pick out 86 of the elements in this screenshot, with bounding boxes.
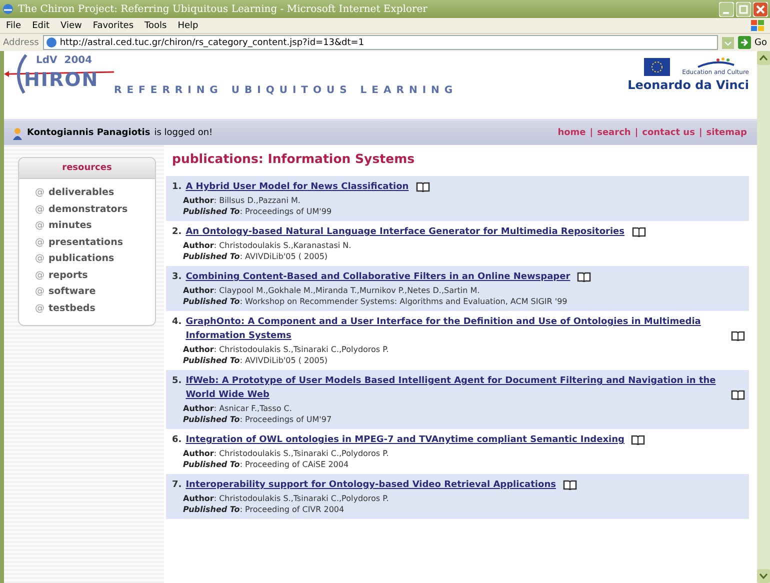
separator: | bbox=[698, 128, 702, 138]
sidebar-link[interactable]: presentations bbox=[48, 234, 123, 251]
eu-flag-icon bbox=[644, 58, 670, 76]
bullet: @ bbox=[35, 302, 44, 316]
address-label: Address bbox=[3, 38, 39, 48]
go-arrow-icon[interactable] bbox=[738, 36, 751, 49]
book-icon[interactable] bbox=[416, 182, 430, 192]
menu-item[interactable]: Edit bbox=[32, 20, 50, 30]
author-line: Author: Christodoulakis S.,Tsinaraki C.,Polydoros P. bbox=[182, 344, 390, 355]
author-line: Author: Billsus D.,Pazzani M. bbox=[182, 195, 302, 206]
published-line: Published To: AVIVDiLib'05 ( 2005) bbox=[182, 251, 329, 262]
author-line: Author: Christodoulakis S.,Tsinaraki C.,Polydoros P. bbox=[182, 448, 390, 459]
sidebar-link[interactable]: testbeds bbox=[48, 300, 96, 317]
close-button[interactable] bbox=[753, 2, 768, 16]
menu-item[interactable]: Favorites bbox=[92, 20, 134, 30]
publication-link[interactable]: GraphOnto: A Component and a User Interface for the Definition and Use of Ontologies in Multimedia Information Systems bbox=[186, 315, 724, 343]
nav-link[interactable]: contact us bbox=[642, 128, 695, 138]
published-line: Published To: Proceeding of CIVR 2004 bbox=[182, 504, 346, 515]
menu-item[interactable]: Tools bbox=[144, 20, 167, 30]
author-line: Author: Claypool M.,Gokhale M.,Miranda T.,Murnikov P.,Netes D.,Sartin M. bbox=[182, 285, 481, 296]
book-icon[interactable] bbox=[632, 227, 646, 237]
book-icon[interactable] bbox=[631, 435, 646, 445]
menu-item[interactable]: View bbox=[60, 20, 82, 30]
publication-link[interactable]: An Ontology-based Natural Language Interface Generator for Multimedia Repositories bbox=[186, 225, 624, 239]
nav-link[interactable]: home bbox=[558, 128, 586, 138]
bullet: @ bbox=[35, 186, 44, 200]
bullet: @ bbox=[35, 285, 44, 299]
author-line: Author: Christodoulakis S.,Tsinaraki C.,Polydoros P. bbox=[182, 493, 390, 504]
author-line: Author: Christodoulakis S.,Karanastasi N. bbox=[182, 240, 352, 251]
program-name: Leonardo da Vinci bbox=[628, 78, 749, 92]
item-number: 5. bbox=[172, 375, 182, 388]
bullet: @ bbox=[35, 202, 44, 216]
scroll-up-icon[interactable] bbox=[757, 51, 770, 65]
publication-link[interactable]: Integration of OWL ontologies in MPEG-7 and TVAnytime compliant Semantic Indexing bbox=[186, 433, 624, 447]
sidebar-link[interactable]: deliverables bbox=[48, 185, 114, 202]
publication-link[interactable]: Interoperability support for Ontology-based Video Retrieval Applications bbox=[186, 478, 556, 492]
page-title: publications: Information Systems bbox=[172, 151, 416, 166]
publication-link[interactable]: A Hybrid User Model for News Classification bbox=[186, 180, 409, 194]
separator: | bbox=[590, 128, 594, 138]
published-line: Published To: Proceeding of CAiSE 2004 bbox=[182, 459, 350, 470]
item-number: 7. bbox=[172, 479, 182, 492]
publication-link[interactable]: Combining Content-Based and Collaborative Filters in an Online Newspaper bbox=[186, 270, 570, 284]
address-field[interactable]: http://astral.ced.tuc.gr/chiron/rs_category_content.jsp?id=13&dt=1 bbox=[42, 35, 718, 50]
swoosh-icon bbox=[696, 57, 736, 69]
book-icon[interactable] bbox=[731, 331, 745, 341]
item-number: 1. bbox=[172, 181, 182, 194]
published-line: Published To: AVIVDiLib'05 ( 2005) bbox=[182, 355, 329, 366]
windows-logo-icon bbox=[750, 19, 764, 32]
bullet: @ bbox=[35, 236, 44, 250]
menu-item[interactable]: Help bbox=[178, 20, 198, 30]
published-line: Published To: Proceedings of UM'97 bbox=[182, 414, 333, 425]
go-button[interactable]: Go bbox=[754, 38, 767, 48]
login-status: is logged on! bbox=[154, 128, 213, 138]
window-title: The Chiron Project: Referring Ubiquitous Learning - Microsoft Internet Explorer bbox=[18, 4, 428, 14]
bullet: @ bbox=[35, 219, 44, 233]
sidebar-link[interactable]: reports bbox=[48, 268, 88, 284]
year-label: LdV 2004 bbox=[36, 55, 92, 66]
published-line: Published To: Proceedings of UM'99 bbox=[182, 206, 333, 217]
nav-link[interactable]: search bbox=[597, 128, 631, 138]
bullet: @ bbox=[35, 268, 44, 282]
sidebar-link[interactable]: publications bbox=[48, 251, 114, 268]
bullet: @ bbox=[35, 252, 44, 266]
author-line: Author: Asnicar F.,Tasso C. bbox=[182, 403, 293, 414]
book-icon[interactable] bbox=[562, 480, 577, 490]
page-icon bbox=[46, 37, 57, 48]
sidebar-link[interactable]: minutes bbox=[48, 218, 92, 234]
tagline: REFERRING UBIQUITOUS LEARNING bbox=[114, 84, 458, 96]
book-icon[interactable] bbox=[731, 390, 745, 400]
item-number: 6. bbox=[172, 434, 182, 447]
logo-text: HIRON bbox=[24, 69, 99, 91]
book-icon[interactable] bbox=[577, 272, 592, 282]
scroll-down-icon[interactable] bbox=[757, 569, 770, 583]
published-line: Published To: Workshop on Recommender Systems: Algorithms and Evaluation, ACM SIGIR '99 bbox=[182, 296, 568, 307]
item-number: 4. bbox=[172, 316, 182, 329]
menu-item[interactable]: File bbox=[6, 20, 22, 30]
sidebar-link[interactable]: software bbox=[48, 284, 96, 300]
sidebar-title: resources bbox=[19, 158, 155, 179]
item-number: 2. bbox=[172, 226, 182, 239]
publication-link[interactable]: IfWeb: A Prototype of User Models Based Intelligent Agent for Document Filtering and Navigation in the World Wide Web bbox=[186, 374, 724, 402]
item-number: 3. bbox=[172, 271, 182, 284]
user-name: Kontogiannis Panagiotis bbox=[27, 128, 150, 138]
user-icon bbox=[12, 126, 23, 140]
separator: | bbox=[634, 128, 638, 138]
browser-icon bbox=[2, 3, 14, 15]
nav-link[interactable]: sitemap bbox=[706, 128, 747, 138]
sidebar-link[interactable]: demonstrators bbox=[48, 202, 128, 218]
